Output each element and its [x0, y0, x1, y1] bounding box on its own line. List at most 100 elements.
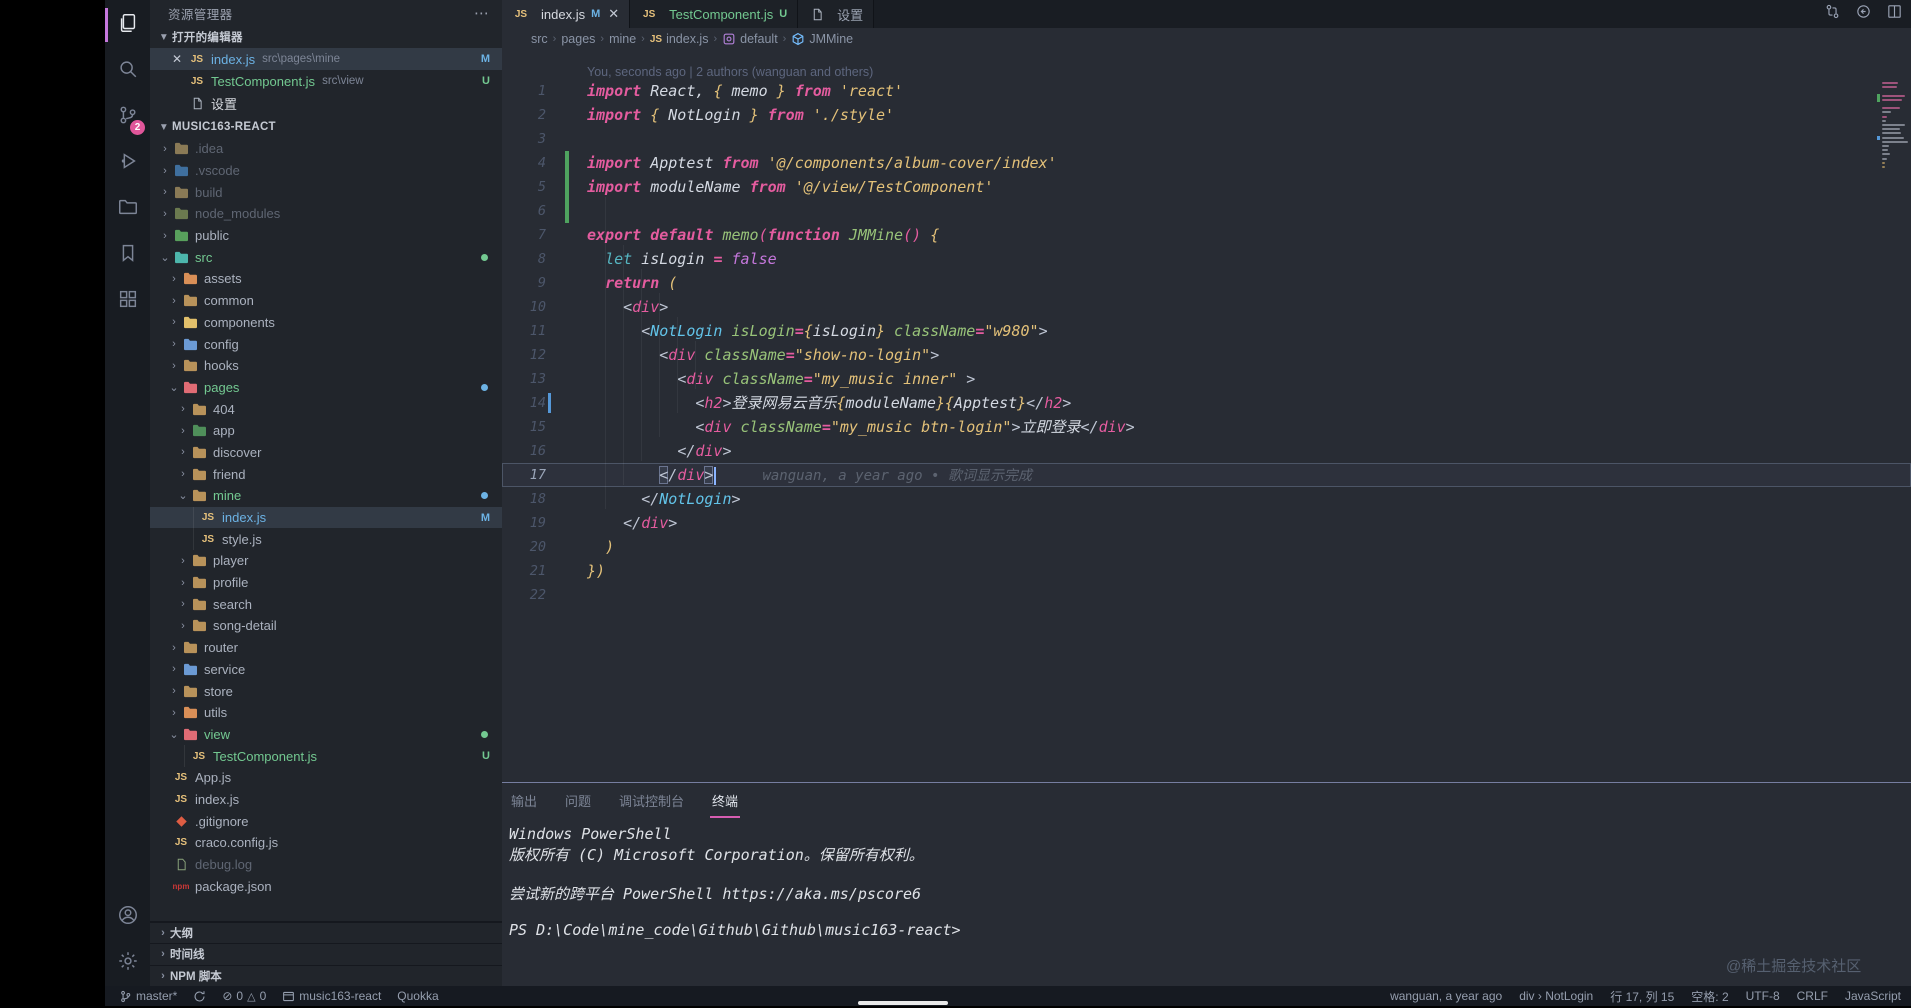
breadcrumb-default[interactable]: default: [722, 32, 778, 46]
activitybar-bookmarks[interactable]: [105, 232, 150, 278]
status-eol[interactable]: CRLF: [1797, 989, 1828, 1003]
activitybar-extensions[interactable]: [105, 278, 150, 324]
tree-item-store[interactable]: › store: [150, 680, 502, 702]
tree-item-public[interactable]: › public: [150, 225, 502, 247]
code-line-20[interactable]: 20 ): [502, 535, 1911, 559]
tree-item-node_modules[interactable]: › node_modules: [150, 203, 502, 225]
tree-item-debug.log[interactable]: debug.log: [150, 854, 502, 876]
tree-item-src[interactable]: ⌄ src: [150, 246, 502, 268]
close-icon[interactable]: ✕: [172, 52, 188, 66]
tree-item-app[interactable]: › app: [150, 420, 502, 442]
more-actions-icon[interactable]: ⋯: [474, 4, 490, 22]
tree-item-package.json[interactable]: npm package.json: [150, 875, 502, 897]
tab-设置[interactable]: 设置: [798, 0, 875, 28]
split-editor-icon[interactable]: [1886, 3, 1903, 25]
panel-tab-问题[interactable]: 问题: [563, 785, 593, 816]
tree-item-player[interactable]: › player: [150, 550, 502, 572]
code-line-11[interactable]: 11 <NotLogin isLogin={isLogin} className…: [502, 319, 1911, 343]
git-compare-icon[interactable]: [1824, 3, 1841, 25]
tree-item-index.js[interactable]: JS index.js M: [150, 506, 502, 529]
status-cursor-position[interactable]: 行 17, 列 15: [1610, 988, 1674, 1005]
tree-item-mine[interactable]: ⌄ mine: [150, 485, 502, 507]
close-icon[interactable]: ✕: [608, 6, 619, 22]
tab-index.js[interactable]: JS index.js M ✕: [502, 0, 631, 28]
code-line-2[interactable]: 2 import { NotLogin } from './style': [502, 103, 1911, 127]
activitybar-search[interactable]: [105, 48, 150, 94]
code-line-3[interactable]: 3: [502, 127, 1911, 151]
open-changes-icon[interactable]: [1855, 3, 1872, 25]
tree-item-.gitignore[interactable]: .gitignore: [150, 810, 502, 832]
code-line-1[interactable]: 1 import React, { memo } from 'react': [502, 79, 1911, 103]
code-editor[interactable]: You, seconds ago | 2 authors (wanguan an…: [502, 50, 1911, 782]
tab-TestComponent.js[interactable]: JS TestComponent.js U: [630, 0, 799, 28]
code-line-18[interactable]: 18 </NotLogin>: [502, 487, 1911, 511]
tree-item-404[interactable]: › 404: [150, 398, 502, 420]
tree-item-discover[interactable]: › discover: [150, 442, 502, 464]
code-line-17[interactable]: 17 </div> wanguan, a year ago • 歌词显示完成: [502, 463, 1911, 487]
tree-item-index.js[interactable]: JS index.js: [150, 789, 502, 811]
open-editor-TestComponent.js[interactable]: JS TestComponent.js src\view U: [150, 70, 502, 92]
tree-item-.vscode[interactable]: › .vscode: [150, 160, 502, 182]
breadcrumb-pages[interactable]: pages: [561, 32, 595, 46]
panel-tab-调试控制台[interactable]: 调试控制台: [617, 785, 686, 816]
activitybar-file-folders[interactable]: [105, 186, 150, 232]
tree-item-TestComponent.js[interactable]: JS TestComponent.js U: [150, 745, 502, 767]
tree-item-App.js[interactable]: JS App.js: [150, 767, 502, 789]
tree-item-craco.config.js[interactable]: JS craco.config.js: [150, 832, 502, 854]
code-line-4[interactable]: 4 import Apptest from '@/components/album…: [502, 151, 1911, 175]
codelens-blame[interactable]: You, seconds ago | 2 authors (wanguan an…: [502, 50, 1911, 79]
tree-item-style.js[interactable]: JS style.js: [150, 528, 502, 551]
code-line-14[interactable]: 14 <h2>登录网易云音乐{moduleName}{Apptest}</h2>: [502, 391, 1911, 415]
panel-tab-输出[interactable]: 输出: [509, 785, 539, 816]
tree-item-utils[interactable]: › utils: [150, 702, 502, 724]
code-line-15[interactable]: 15 <div className="my_music btn-login">立…: [502, 415, 1911, 439]
tree-item-config[interactable]: › config: [150, 333, 502, 355]
activitybar-run-debug[interactable]: [105, 140, 150, 186]
code-line-6[interactable]: 6: [502, 199, 1911, 223]
project-header[interactable]: ▼ MUSIC163-REACT: [150, 116, 502, 138]
status-quokka[interactable]: Quokka: [397, 989, 438, 1003]
activitybar-explorer[interactable]: [105, 2, 150, 48]
status-git-branch[interactable]: master*: [119, 989, 177, 1003]
tree-item-search[interactable]: › search: [150, 593, 502, 615]
tree-item-pages[interactable]: ⌄ pages: [150, 377, 502, 399]
minimap[interactable]: [1877, 76, 1911, 206]
tree-item-router[interactable]: › router: [150, 637, 502, 659]
status-encoding[interactable]: UTF-8: [1746, 989, 1780, 1003]
code-line-21[interactable]: 21}): [502, 559, 1911, 583]
status-language-mode[interactable]: JavaScript: [1845, 989, 1901, 1003]
status-gitlens-blame[interactable]: wanguan, a year ago: [1390, 989, 1502, 1003]
code-line-13[interactable]: 13 <div className="my_music inner" >: [502, 367, 1911, 391]
status-element-path[interactable]: div › NotLogin: [1519, 989, 1593, 1003]
code-line-12[interactable]: 12 <div className="show-no-login">: [502, 343, 1911, 367]
breadcrumb-index.js[interactable]: JS index.js: [650, 32, 709, 46]
code-line-19[interactable]: 19 </div>: [502, 511, 1911, 535]
activitybar-settings[interactable]: [105, 940, 150, 986]
code-line-16[interactable]: 16 </div>: [502, 439, 1911, 463]
tree-item-build[interactable]: › build: [150, 181, 502, 203]
sidebar-section-NPM 脚本[interactable]: › NPM 脚本: [150, 964, 502, 987]
tree-item-friend[interactable]: › friend: [150, 463, 502, 485]
terminal-output[interactable]: Windows PowerShell 版权所有 (C) Microsoft Cor…: [502, 817, 1911, 940]
activitybar-account[interactable]: [105, 894, 150, 940]
code-line-7[interactable]: 7 export default memo(function JMMine() {: [502, 223, 1911, 247]
open-editors-header[interactable]: ▼ 打开的编辑器: [150, 26, 502, 48]
tree-item-service[interactable]: › service: [150, 659, 502, 681]
breadcrumb-mine[interactable]: mine: [609, 32, 636, 46]
sidebar-section-大纲[interactable]: › 大纲: [150, 921, 502, 944]
tree-item-.idea[interactable]: › .idea: [150, 138, 502, 160]
sidebar-section-时间线[interactable]: › 时间线: [150, 943, 502, 965]
status-indentation[interactable]: 空格: 2: [1691, 988, 1728, 1005]
tree-item-common[interactable]: › common: [150, 290, 502, 312]
status-project[interactable]: music163-react: [282, 989, 381, 1003]
tree-item-hooks[interactable]: › hooks: [150, 355, 502, 377]
code-line-5[interactable]: 5 import moduleName from '@/view/TestComp…: [502, 175, 1911, 199]
code-line-9[interactable]: 9 return (: [502, 271, 1911, 295]
panel-tab-终端[interactable]: 终端: [710, 785, 741, 818]
status-sync[interactable]: [193, 990, 206, 1003]
activitybar-source-control[interactable]: 2: [105, 94, 150, 140]
open-editor-index.js[interactable]: ✕ JS index.js src\pages\mine M: [150, 48, 502, 70]
tree-item-components[interactable]: › components: [150, 312, 502, 334]
tree-item-profile[interactable]: › profile: [150, 572, 502, 594]
code-line-10[interactable]: 10 <div>: [502, 295, 1911, 319]
